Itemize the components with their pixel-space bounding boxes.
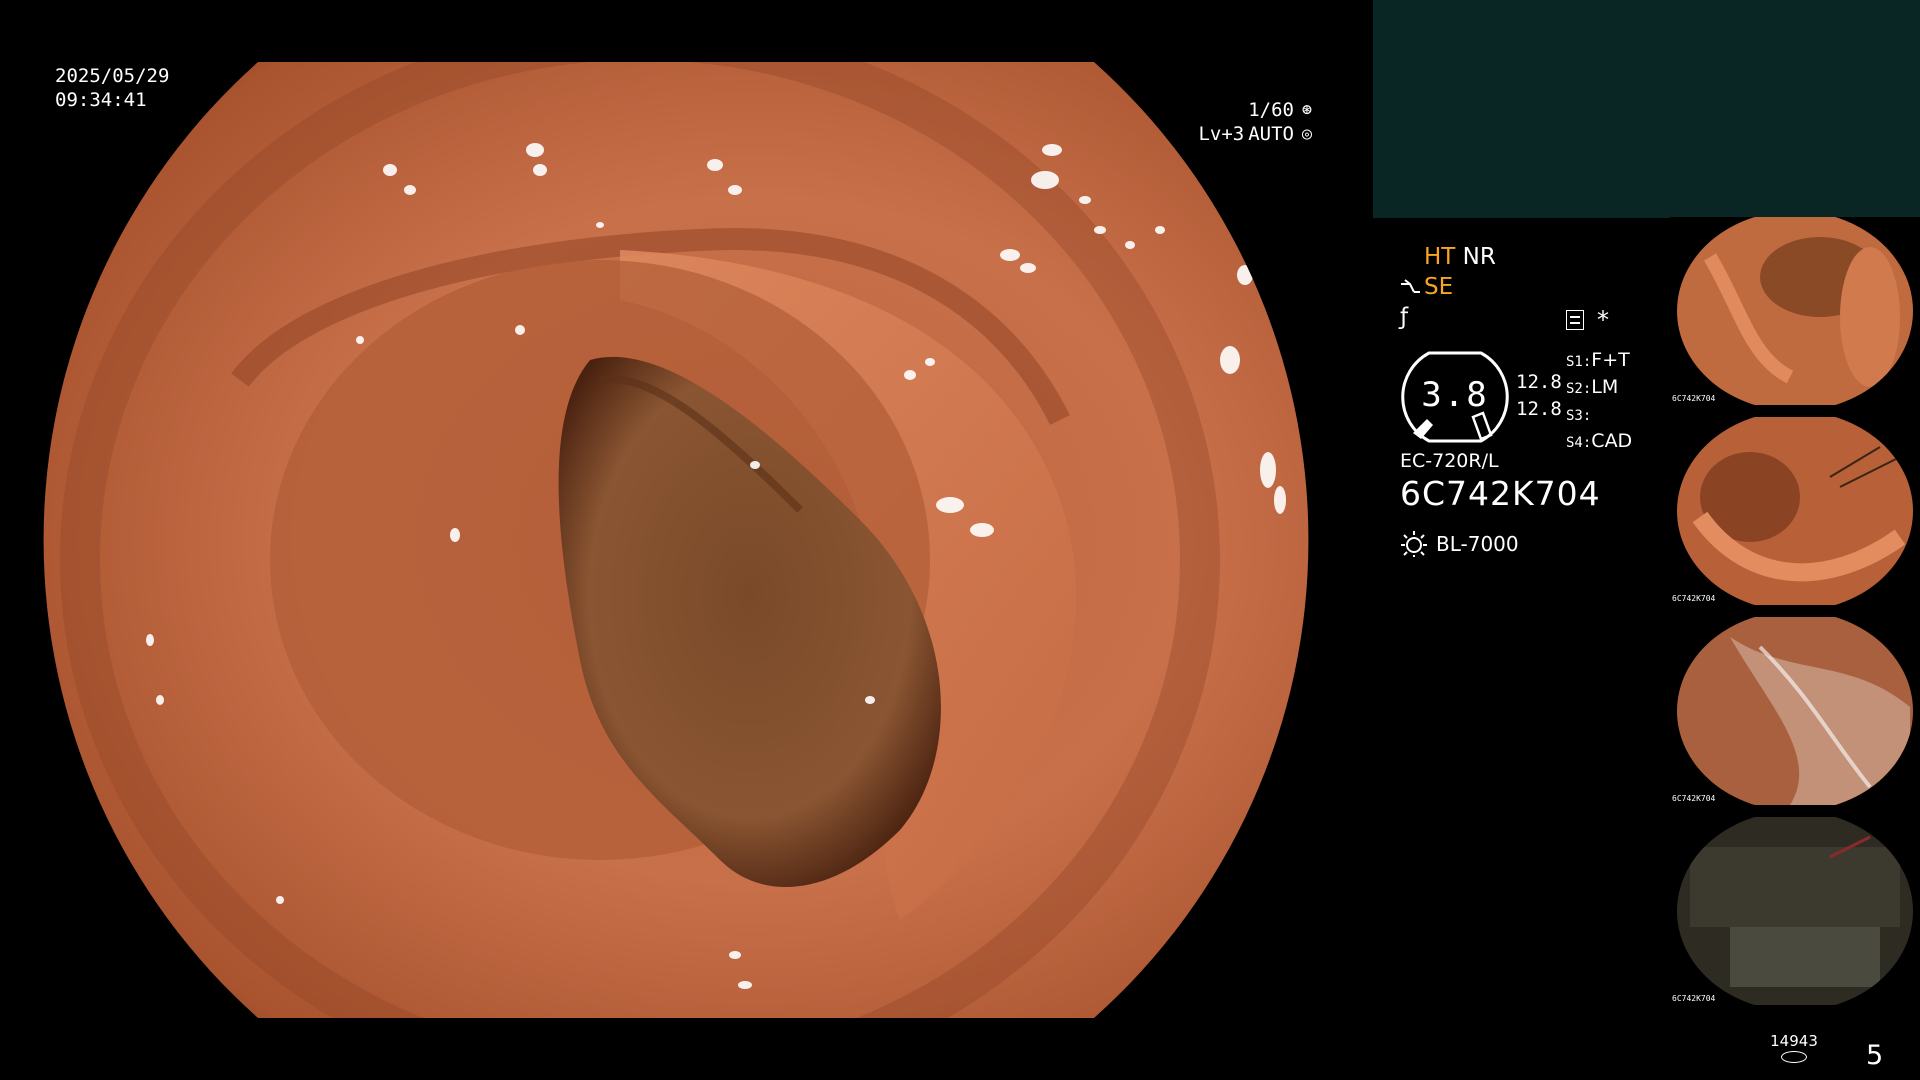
endoscope-image <box>43 62 1309 1018</box>
disk-icon <box>1781 1051 1807 1063</box>
scope-serial: 6C742K704 <box>1400 474 1601 513</box>
nr-label: NR <box>1462 244 1496 270</box>
value-a: 12.8 <box>1516 371 1562 393</box>
panel-header-area <box>1373 0 1920 218</box>
endoscopy-screen: 2025/05/29 09:34:41 1/60 ⊛ Lv+3 AUTO ◎ H… <box>0 0 1920 1080</box>
iris-value: 3.8 <box>1421 375 1489 415</box>
capture-thumbnail[interactable]: 6C742K704 <box>1670 217 1920 405</box>
page-number: 5 <box>1866 1040 1884 1071</box>
star-icon: * <box>1597 306 1609 334</box>
se-row: SE <box>1400 274 1453 300</box>
scope-model: EC-720R/L <box>1400 450 1499 472</box>
switch-assignments: S1:F+T S2:LM S3: S4:CAD <box>1566 348 1632 456</box>
storage-counter: 14943 <box>1764 1032 1824 1063</box>
capture-thumbnail[interactable]: 6C742K704 <box>1670 417 1920 605</box>
light-source-text: BL-7000 <box>1436 532 1519 556</box>
iris-indicator: 3.8 <box>1399 349 1511 445</box>
light-icon <box>1401 531 1427 557</box>
datetime-readout: 2025/05/29 09:34:41 <box>55 64 169 112</box>
auto-exposure-icon: ◎ <box>1301 124 1313 144</box>
endoscope-live-view: 2025/05/29 09:34:41 1/60 ⊛ Lv+3 AUTO ◎ <box>0 0 1372 1080</box>
slot-row: S4:CAD <box>1566 430 1633 452</box>
settings-panel: HT NR SE ƒ * 3.8 12.8 12.8 S1:F+T S2:LM … <box>1373 218 1673 918</box>
ht-label: HT <box>1424 244 1456 270</box>
capture-thumbnail[interactable]: 6C742K704 <box>1670 817 1920 1005</box>
thumbnail-image <box>1677 817 1913 1005</box>
slot-row: S3: <box>1566 408 1592 424</box>
menu-box-icon <box>1566 310 1584 330</box>
capture-thumbnail[interactable]: 6C742K704 <box>1670 617 1920 805</box>
level-text: Lv+3 <box>1198 123 1245 145</box>
freeze-icon: ƒ <box>1400 304 1409 330</box>
scope-tip-icon <box>1401 279 1420 293</box>
thumbnail-image <box>1677 617 1913 805</box>
value-b: 12.8 <box>1516 398 1562 420</box>
thumbnail-serial: 6C742K704 <box>1672 594 1716 603</box>
light-source-row: BL-7000 <box>1400 530 1519 558</box>
shutter-icon: ⊛ <box>1301 100 1313 120</box>
shutter-text: 1/60 <box>1248 99 1294 121</box>
date-text: 2025/05/29 <box>55 65 170 87</box>
exposure-readout: 1/60 ⊛ Lv+3 AUTO ◎ <box>1198 98 1316 146</box>
thumbnail-serial: 6C742K704 <box>1672 394 1716 403</box>
thumbnail-image <box>1677 417 1913 605</box>
se-label: SE <box>1424 274 1454 300</box>
enhancement-row: HT NR <box>1424 244 1496 270</box>
slot-row: S1:F+T <box>1566 349 1630 371</box>
thumbnail-serial: 6C742K704 <box>1672 794 1716 803</box>
mode-text: AUTO <box>1248 123 1294 145</box>
thumbnail-serial: 6C742K704 <box>1672 994 1716 1003</box>
thumbnail-image <box>1677 217 1913 405</box>
slot-row: S2:LM <box>1566 376 1619 398</box>
time-text: 09:34:41 <box>55 89 147 111</box>
counter-text: 14943 <box>1770 1032 1818 1050</box>
